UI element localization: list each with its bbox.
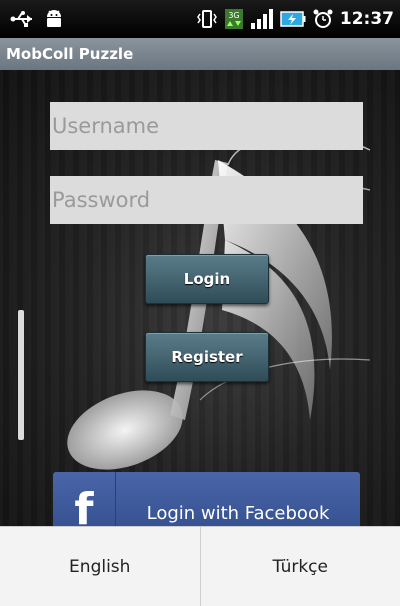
password-input[interactable] bbox=[50, 176, 363, 224]
vibrate-icon bbox=[196, 8, 218, 30]
svg-text:3G: 3G bbox=[228, 11, 239, 20]
status-bar-right: 3G 12:37 bbox=[196, 8, 400, 30]
scrollbar-thumb[interactable] bbox=[18, 310, 24, 440]
usb-icon bbox=[10, 10, 34, 28]
login-screen: Login Register f Login with Facebook bbox=[0, 70, 400, 526]
android-debug-icon bbox=[44, 8, 64, 30]
status-bar: 3G 12:37 bbox=[0, 0, 400, 38]
register-button[interactable]: Register bbox=[145, 332, 269, 382]
login-button[interactable]: Login bbox=[145, 254, 269, 304]
login-button-label: Login bbox=[183, 270, 231, 288]
signal-icon bbox=[250, 8, 274, 30]
facebook-login-button[interactable]: f Login with Facebook bbox=[53, 472, 360, 526]
alarm-icon bbox=[312, 8, 334, 30]
3g-data-icon: 3G bbox=[224, 8, 244, 30]
language-option-english[interactable]: English bbox=[0, 527, 200, 606]
battery-charging-icon bbox=[280, 8, 306, 30]
app-title-bar: MobColl Puzzle bbox=[0, 38, 400, 70]
facebook-login-label: Login with Facebook bbox=[146, 502, 330, 524]
register-button-label: Register bbox=[171, 348, 243, 366]
app-title: MobColl Puzzle bbox=[6, 45, 134, 63]
language-selector: English Türkçe bbox=[0, 526, 400, 606]
status-bar-left bbox=[0, 8, 64, 30]
language-option-turkish[interactable]: Türkçe bbox=[199, 527, 400, 606]
username-input[interactable] bbox=[50, 102, 363, 150]
status-time: 12:37 bbox=[339, 9, 394, 29]
facebook-icon: f bbox=[53, 472, 116, 526]
